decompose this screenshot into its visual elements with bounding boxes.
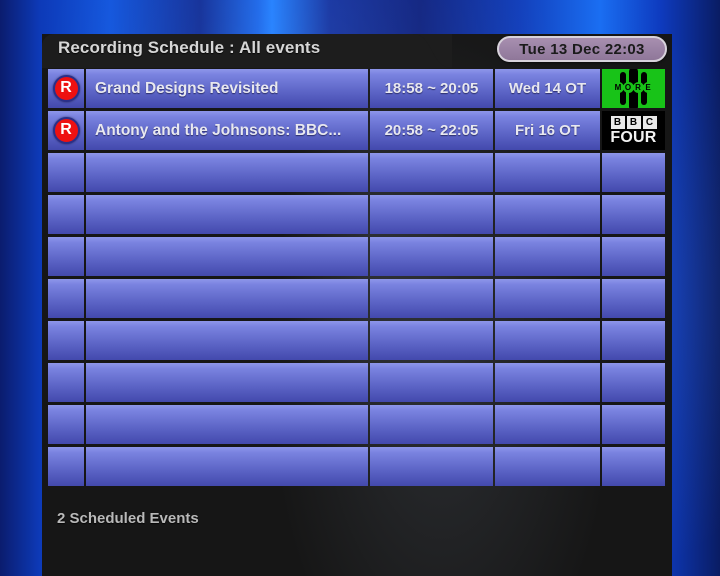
- table-row[interactable]: [48, 153, 667, 194]
- programme-time-cell[interactable]: 20:58 ~ 22:05: [370, 111, 493, 150]
- record-icon-label: R: [60, 79, 72, 96]
- page-title: Recording Schedule : All events: [58, 38, 321, 57]
- programme-time-cell[interactable]: [370, 363, 493, 402]
- bbcfour-wordmark: FOUR: [610, 128, 657, 146]
- bbc-letter-row: BBC: [610, 115, 657, 129]
- bbc-letter-square: B: [610, 115, 625, 129]
- programme-date-cell[interactable]: Wed 14 OT: [495, 69, 600, 108]
- programme-time-cell[interactable]: [370, 153, 493, 192]
- record-icon: R: [52, 117, 80, 144]
- programme-time-cell[interactable]: [370, 279, 493, 318]
- programme-title-cell[interactable]: [86, 153, 368, 192]
- programme-time: 18:58 ~ 20:05: [384, 80, 479, 97]
- programme-date-cell[interactable]: [495, 363, 600, 402]
- more4-logo-wordmark: MORE: [602, 82, 665, 93]
- tv-screen: Recording Schedule : All events Tue 13 D…: [0, 0, 720, 576]
- table-row[interactable]: R Grand Designs Revisited 18:58 ~ 20:05 Wed…: [48, 69, 667, 110]
- programme-date-cell[interactable]: [495, 405, 600, 444]
- channel-logo-cell[interactable]: [602, 237, 665, 276]
- programme-date-cell[interactable]: [495, 279, 600, 318]
- programme-title: Grand Designs Revisited: [95, 79, 279, 97]
- bbc-letter-square: C: [642, 115, 657, 129]
- more4-logo-icon: MORE: [602, 69, 665, 108]
- record-flag-cell[interactable]: [48, 405, 84, 444]
- programme-title-cell[interactable]: [86, 195, 368, 234]
- record-icon: R: [52, 75, 80, 102]
- status-text: 2 Scheduled Events: [57, 510, 199, 527]
- channel-logo-cell[interactable]: [602, 321, 665, 360]
- table-row[interactable]: [48, 447, 667, 488]
- table-row[interactable]: [48, 363, 667, 404]
- programme-date-cell[interactable]: [495, 153, 600, 192]
- record-flag-cell[interactable]: [48, 279, 84, 318]
- programme-title-cell[interactable]: [86, 237, 368, 276]
- record-icon-label: R: [60, 121, 72, 138]
- table-row[interactable]: [48, 279, 667, 320]
- channel-logo-cell[interactable]: [602, 405, 665, 444]
- channel-logo-cell[interactable]: MORE: [602, 69, 665, 108]
- channel-logo-cell[interactable]: B B C FOUR: [602, 111, 665, 150]
- clock-badge: Tue 13 Dec 22:03: [497, 36, 667, 62]
- programme-time-cell[interactable]: [370, 321, 493, 360]
- programme-title-cell[interactable]: Antony and the Johnsons: BBC...: [86, 111, 368, 150]
- channel-logo-cell[interactable]: [602, 279, 665, 318]
- programme-title-cell[interactable]: [86, 447, 368, 486]
- schedule-grid[interactable]: R Grand Designs Revisited 18:58 ~ 20:05 Wed…: [48, 69, 667, 489]
- table-row[interactable]: [48, 405, 667, 446]
- programme-time-cell[interactable]: [370, 195, 493, 234]
- programme-title-cell[interactable]: [86, 405, 368, 444]
- channel-logo-cell[interactable]: [602, 195, 665, 234]
- table-row[interactable]: [48, 237, 667, 278]
- bbcfour-logo-icon: B B C FOUR: [602, 111, 665, 150]
- record-flag-cell[interactable]: [48, 447, 84, 486]
- channel-logo-cell[interactable]: [602, 153, 665, 192]
- table-row[interactable]: R Antony and the Johnsons: BBC... 20:58 ~ …: [48, 111, 667, 152]
- table-row[interactable]: [48, 195, 667, 236]
- record-flag-cell[interactable]: [48, 321, 84, 360]
- programme-date: Wed 14 OT: [508, 80, 587, 97]
- programme-time-cell[interactable]: 18:58 ~ 20:05: [370, 69, 493, 108]
- programme-date-cell[interactable]: [495, 321, 600, 360]
- programme-date-cell[interactable]: [495, 237, 600, 276]
- record-flag-cell[interactable]: R: [48, 69, 84, 108]
- programme-title: Antony and the Johnsons: BBC...: [95, 121, 342, 139]
- record-flag-cell[interactable]: [48, 363, 84, 402]
- programme-date: Fri 16 OT: [514, 122, 581, 139]
- channel-logo-cell[interactable]: [602, 447, 665, 486]
- programme-time-cell[interactable]: [370, 405, 493, 444]
- record-flag-cell[interactable]: [48, 195, 84, 234]
- programme-title-cell[interactable]: [86, 321, 368, 360]
- programme-title-cell[interactable]: [86, 279, 368, 318]
- programme-date-cell[interactable]: [495, 195, 600, 234]
- clock-text: Tue 13 Dec 22:03: [519, 40, 645, 58]
- record-flag-cell[interactable]: R: [48, 111, 84, 150]
- programme-time: 20:58 ~ 22:05: [384, 122, 479, 139]
- programme-title-cell[interactable]: [86, 363, 368, 402]
- channel-logo-cell[interactable]: [602, 363, 665, 402]
- record-flag-cell[interactable]: [48, 153, 84, 192]
- table-row[interactable]: [48, 321, 667, 362]
- record-flag-cell[interactable]: [48, 237, 84, 276]
- programme-time-cell[interactable]: [370, 447, 493, 486]
- programme-title-cell[interactable]: Grand Designs Revisited: [86, 69, 368, 108]
- programme-time-cell[interactable]: [370, 237, 493, 276]
- programme-date-cell[interactable]: [495, 447, 600, 486]
- bbc-letter-square: B: [626, 115, 641, 129]
- programme-date-cell[interactable]: Fri 16 OT: [495, 111, 600, 150]
- title-bar-curve: [372, 34, 452, 68]
